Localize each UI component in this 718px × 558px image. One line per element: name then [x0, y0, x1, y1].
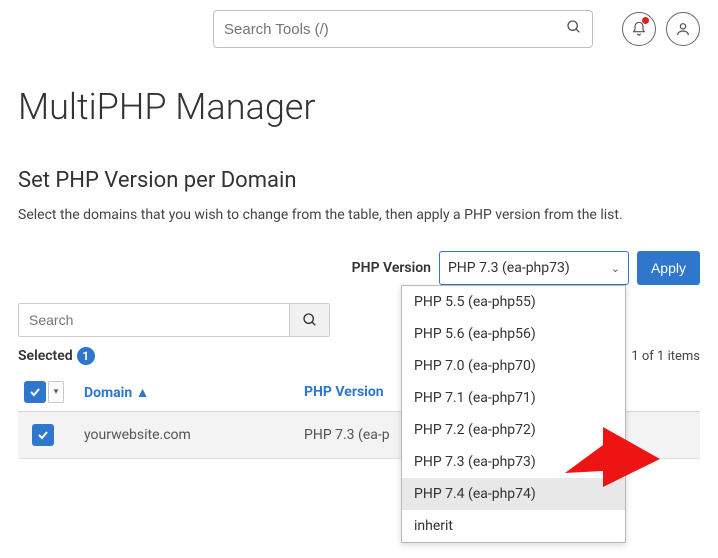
- dropdown-option[interactable]: PHP 7.0 (ea-php70): [402, 350, 625, 382]
- chevron-down-icon: ⌄: [611, 262, 620, 275]
- cell-phpversion: PHP 7.3 (ea-p: [304, 427, 390, 443]
- page-description: Select the domains that you wish to chan…: [18, 207, 700, 223]
- row-checkbox[interactable]: [32, 424, 54, 446]
- selected-count-badge: 1: [77, 347, 95, 365]
- top-bar: [0, 0, 718, 58]
- php-version-row: PHP Version PHP 7.3 (ea-php73) ⌄ Apply P…: [18, 251, 700, 285]
- page-subtitle: Set PHP Version per Domain: [18, 168, 700, 193]
- select-all-checkbox[interactable]: [24, 381, 46, 403]
- php-version-select[interactable]: PHP 7.3 (ea-php73) ⌄: [439, 251, 629, 285]
- dropdown-option[interactable]: PHP 5.5 (ea-php55): [402, 286, 625, 318]
- dropdown-option[interactable]: PHP 7.4 (ea-php74): [402, 478, 625, 510]
- selected-label: Selected: [18, 348, 73, 364]
- dropdown-option[interactable]: PHP 5.6 (ea-php56): [402, 318, 625, 350]
- items-count: 1 of 1 items: [631, 349, 700, 364]
- dropdown-option[interactable]: PHP 7.1 (ea-php71): [402, 382, 625, 414]
- apply-button[interactable]: Apply: [637, 251, 700, 285]
- php-version-label: PHP Version: [352, 260, 431, 276]
- dropdown-option[interactable]: PHP 7.3 (ea-php73): [402, 446, 625, 478]
- page-title: MultiPHP Manager: [18, 86, 700, 128]
- php-version-selected-text: PHP 7.3 (ea-php73): [448, 260, 570, 276]
- dropdown-option[interactable]: PHP 7.2 (ea-php72): [402, 414, 625, 446]
- filter-search-button[interactable]: [289, 304, 329, 336]
- cell-domain: yourwebsite.com: [84, 427, 304, 443]
- search-icon: [566, 19, 582, 39]
- notification-dot: [642, 17, 649, 24]
- global-search[interactable]: [213, 10, 593, 48]
- select-all-dropdown[interactable]: ▾: [48, 381, 64, 403]
- global-search-input[interactable]: [224, 21, 566, 38]
- php-version-dropdown: PHP 5.5 (ea-php55)PHP 5.6 (ea-php56)PHP …: [401, 285, 626, 543]
- filter-input-wrap: [18, 303, 330, 337]
- column-header-domain[interactable]: Domain ▲: [84, 384, 304, 401]
- notifications-button[interactable]: [622, 12, 656, 46]
- dropdown-option[interactable]: inherit: [402, 510, 625, 542]
- account-button[interactable]: [666, 12, 700, 46]
- filter-input[interactable]: [19, 304, 289, 336]
